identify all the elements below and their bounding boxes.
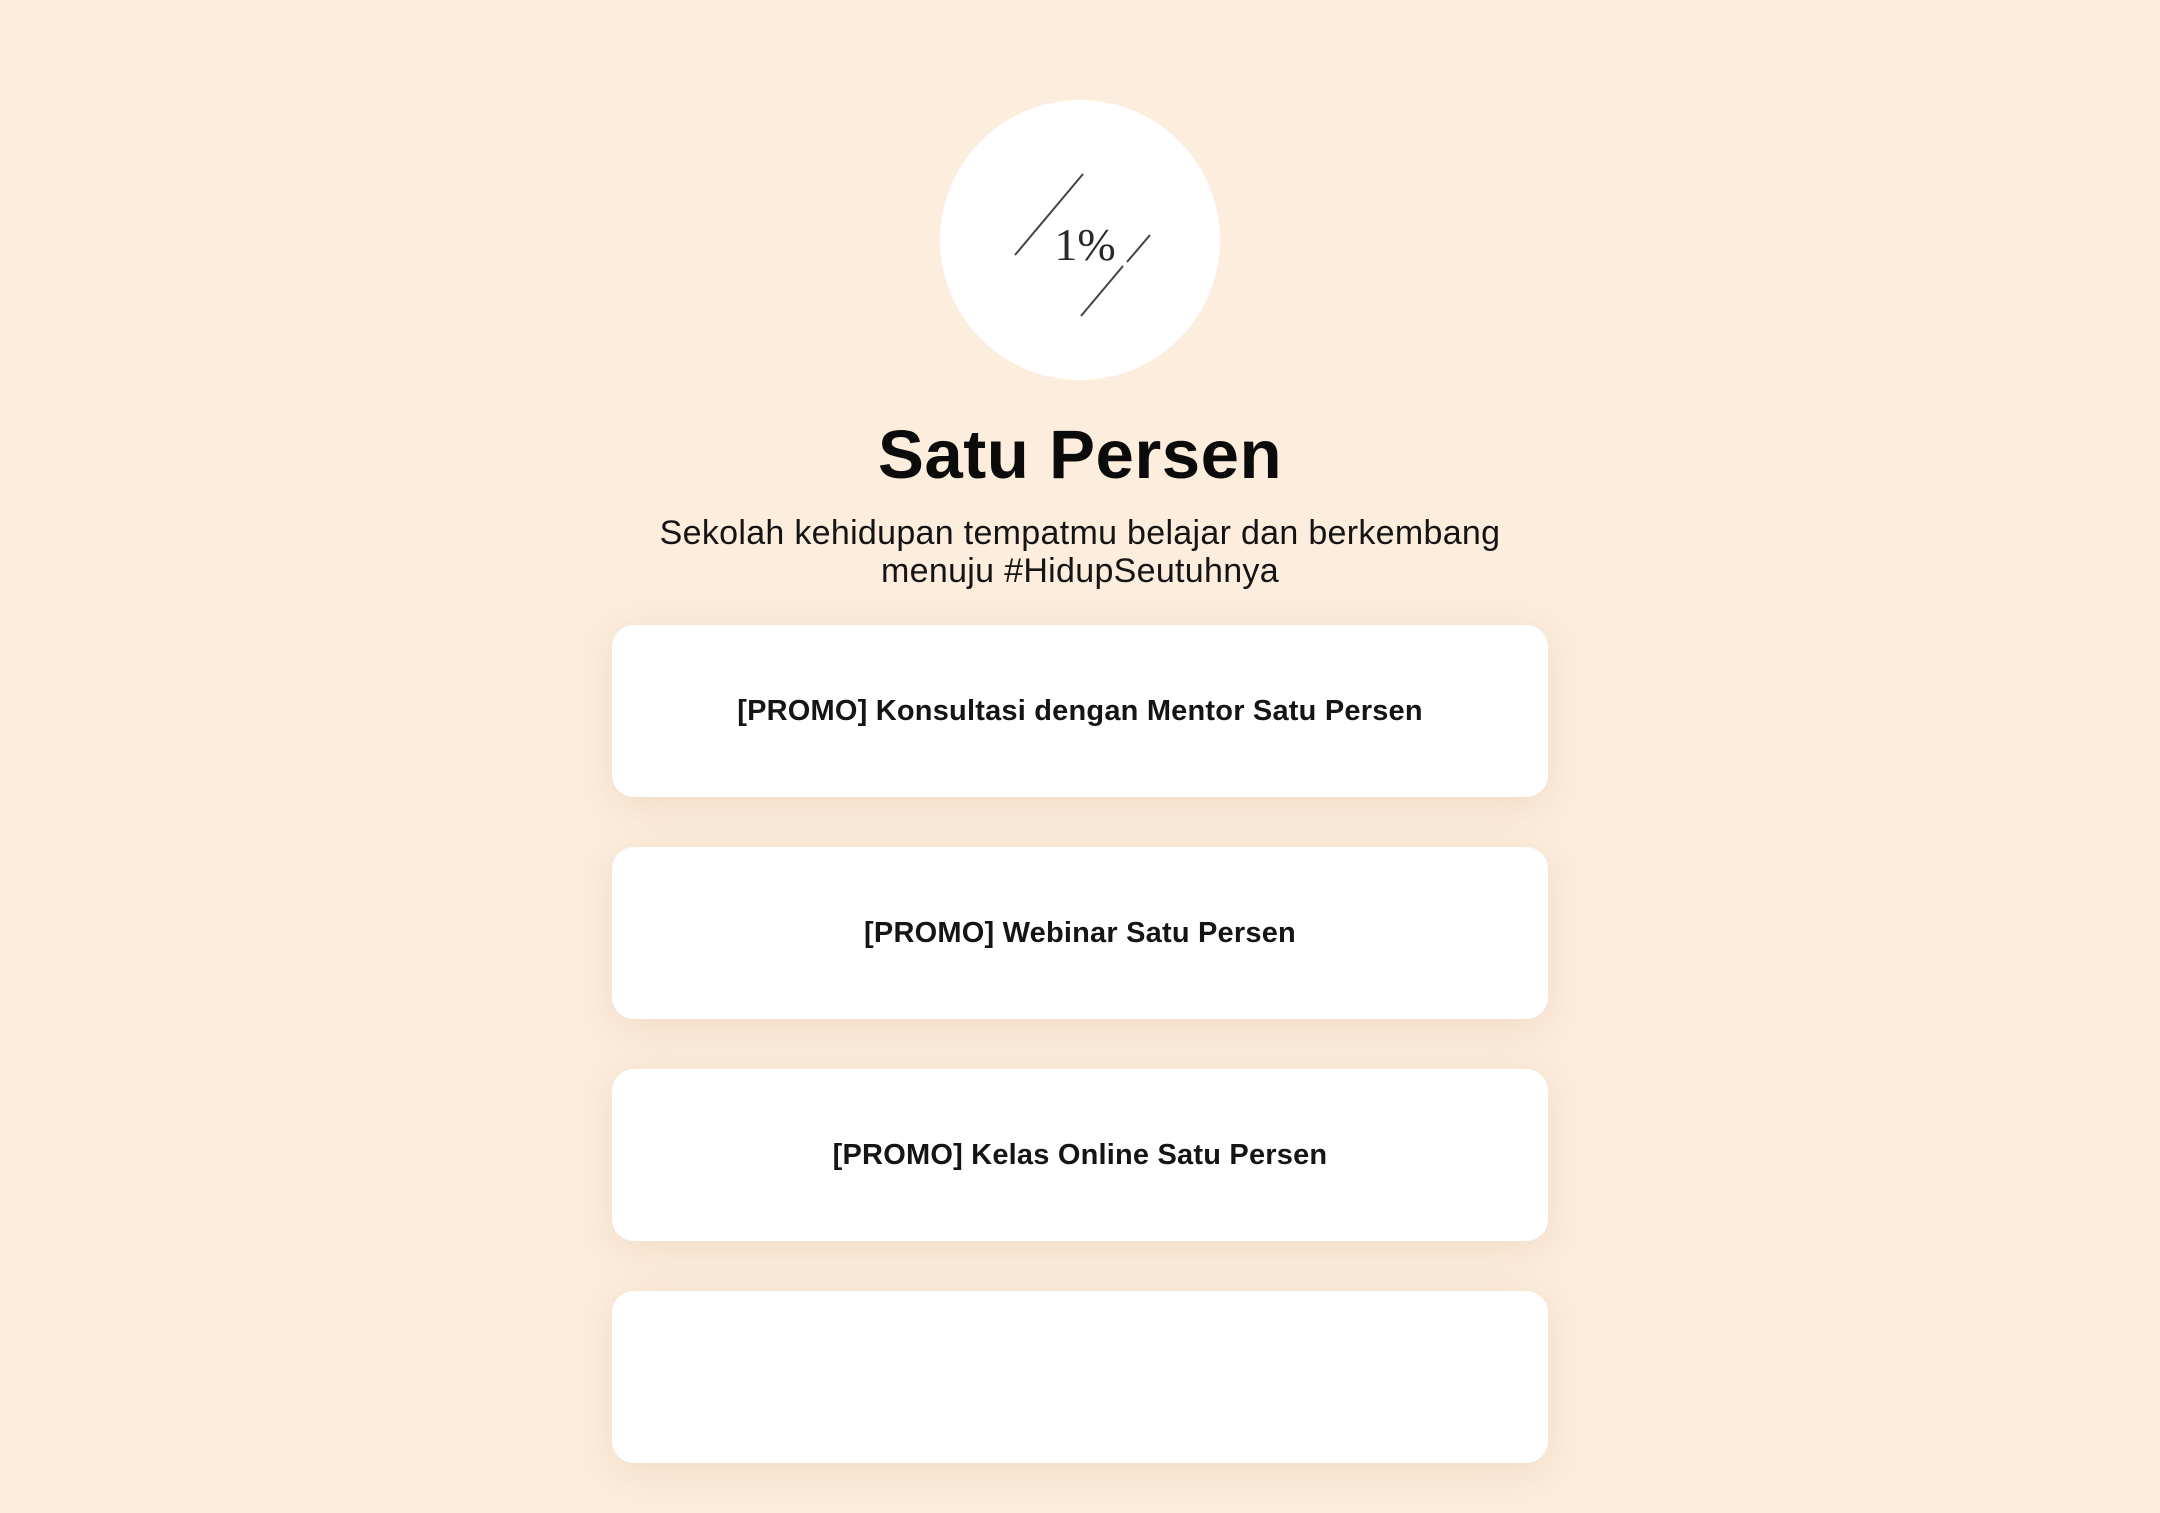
subtitle-line-2: menuju #HidupSeutuhnya [881,552,1279,590]
link-button-konsultasi[interactable]: [PROMO] Konsultasi dengan Mentor Satu Pe… [612,625,1548,797]
logo-text: 1% [1054,219,1115,270]
link-list: [PROMO] Konsultasi dengan Mentor Satu Pe… [612,625,1548,1513]
page-subtitle: Sekolah kehidupan tempatmu belajar dan b… [620,514,1540,590]
link-label: [PROMO] Webinar Satu Persen [864,916,1296,949]
subtitle-line-1: Sekolah kehidupan tempatmu belajar dan b… [659,514,1501,552]
link-label: [PROMO] Kelas Online Satu Persen [832,1138,1328,1171]
link-page: 1% Satu Persen Sekolah kehidupan tempatm… [0,0,2160,1463]
link-label: [PROMO] Konsultasi dengan Mentor Satu Pe… [737,694,1423,727]
link-button-next[interactable] [612,1291,1548,1463]
page-title: Satu Persen [877,416,1283,493]
link-button-kelas-online[interactable]: [PROMO] Kelas Online Satu Persen [612,1069,1548,1241]
satu-persen-logo: 1% [1014,173,1151,317]
avatar[interactable]: 1% [940,100,1220,380]
link-button-webinar[interactable]: [PROMO] Webinar Satu Persen [612,847,1548,1019]
